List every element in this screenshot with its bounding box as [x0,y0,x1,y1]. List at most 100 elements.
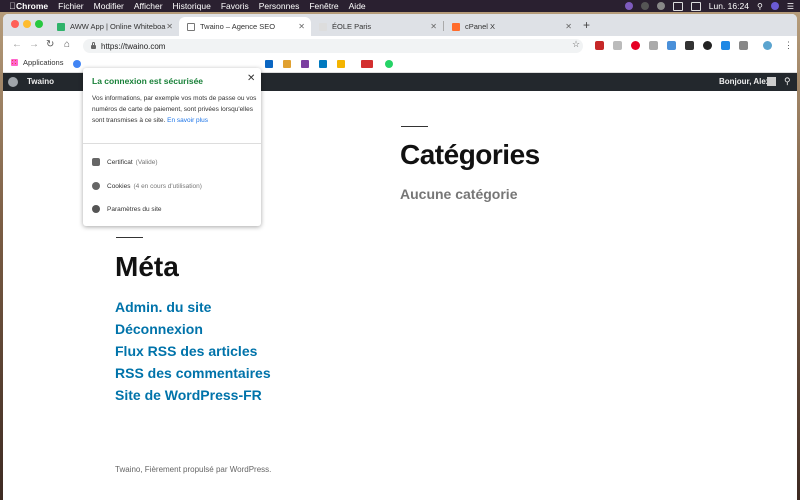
extension-icon[interactable] [739,41,748,50]
cookies-status: (4 en cours d'utilisation) [133,182,202,190]
menu-fenetre[interactable]: Fenêtre [309,1,338,11]
clock[interactable]: Lun. 16:24 [709,1,749,11]
url-text[interactable]: https://twaino.com [101,42,165,51]
page-favicon-icon [187,22,195,31]
wp-site-name[interactable]: Twaino [27,77,54,86]
extension-icon[interactable] [649,41,658,50]
close-icon[interactable]: ✕ [247,73,255,84]
cpanel-favicon-icon [452,22,460,31]
tab-eole-paris[interactable]: ÉOLE Paris ✕ [311,17,443,36]
menu-afficher[interactable]: Afficher [134,1,163,11]
meta-link-admin[interactable]: Admin. du site [115,296,271,318]
tab-cpanel[interactable]: cPanel X ✕ [444,17,578,36]
gear-icon [92,205,100,213]
google-bookmark-icon[interactable] [73,60,81,68]
trello-bookmark-icon[interactable] [319,60,327,68]
tab-twaino[interactable]: Twaino – Agence SEO ✕ [179,17,311,36]
meta-link-wordpress-fr[interactable]: Site de WordPress-FR [115,384,271,406]
meta-links-list: Admin. du site Déconnexion Flux RSS des … [115,296,271,406]
bookmark-applications[interactable]: Applications [11,58,63,67]
tab-close-icon[interactable]: ✕ [430,22,437,31]
site-settings-label: Paramètres du site [107,205,162,213]
cookies-row[interactable]: Cookies (4 en cours d'utilisation) [92,182,202,190]
slack-bookmark-icon[interactable] [301,60,309,68]
wp-greeting[interactable]: Bonjour, Alex [719,77,770,86]
menu-modifier[interactable]: Modifier [94,1,124,11]
analytics-bookmark-icon[interactable] [337,60,345,68]
certificate-status: (Valide) [135,158,158,166]
status-app-icon-3[interactable] [656,2,665,10]
apple-icon[interactable]:  [9,1,16,11]
popup-divider [83,143,261,144]
extension-icon[interactable] [613,41,622,50]
site-info-popup: La connexion est sécurisée ✕ Vos informa… [83,68,261,226]
meta-link-logout[interactable]: Déconnexion [115,318,271,340]
user-avatar[interactable] [767,77,776,86]
certificate-icon [92,158,100,166]
tab-strip: AWW App | Online Whiteboard ✕ Twaino – A… [3,14,797,36]
linkedin-bookmark-icon[interactable] [265,60,273,68]
extension-icon[interactable] [667,41,676,50]
section-divider [401,126,428,127]
tab-close-icon[interactable]: ✕ [166,22,173,31]
certificate-label: Certificat [107,158,133,166]
search-icon[interactable]: ⚲ [784,76,791,87]
menubar-status-area: Lun. 16:24 ⚲ ☰ [624,0,794,12]
extension-icon[interactable] [685,41,694,50]
wifi-icon[interactable] [672,1,683,11]
categories-heading: Catégories [400,139,540,170]
site-footer: Twaino, Fièrement propulsé par WordPress… [115,465,272,474]
chrome-menu-icon[interactable]: ⋮ [784,40,793,51]
extension-icon[interactable] [721,41,730,50]
meta-link-posts-feed[interactable]: Flux RSS des articles [115,340,271,362]
menu-favoris[interactable]: Favoris [221,1,249,11]
menu-fichier[interactable]: Fichier [58,1,84,11]
site-settings-row[interactable]: Paramètres du site [92,205,162,213]
bookmark-icon[interactable] [283,60,291,68]
close-window-icon[interactable] [11,20,19,28]
extension-icon[interactable] [703,41,712,50]
zoom-window-icon[interactable] [35,20,43,28]
whatsapp-bookmark-icon[interactable] [385,60,393,68]
status-app-icon-2[interactable] [640,2,649,10]
tab-close-icon[interactable]: ✕ [298,22,305,31]
menu-aide[interactable]: Aide [349,1,366,11]
cookies-label: Cookies [107,182,131,190]
apps-grid-icon [11,59,18,66]
spotlight-icon[interactable]: ⚲ [757,2,763,11]
menu-personnes[interactable]: Personnes [259,1,300,11]
new-tab-icon[interactable]: + [583,18,590,32]
tab-label: AWW App | Online Whiteboard [70,22,167,31]
home-icon[interactable]: ⌂ [64,39,70,50]
learn-more-link[interactable]: En savoir plus [167,117,208,124]
bookmark-star-icon[interactable]: ☆ [572,39,580,50]
cookie-icon [92,182,100,190]
bookmark-icon[interactable] [361,60,373,68]
reload-icon[interactable]: ↻ [46,39,54,50]
tab-close-icon[interactable]: ✕ [565,22,572,31]
macos-menubar:  Chrome Fichier Modifier Afficher Histo… [0,0,800,12]
forward-icon[interactable]: → [29,39,39,50]
battery-icon[interactable] [690,1,701,11]
profile-avatar-icon[interactable] [763,41,772,50]
browser-window: AWW App | Online Whiteboard ✕ Twaino – A… [3,14,797,500]
meta-link-comments-feed[interactable]: RSS des commentaires [115,362,271,384]
notification-center-icon[interactable]: ☰ [787,2,794,11]
pinterest-extension-icon[interactable] [631,41,640,50]
minimize-window-icon[interactable] [23,20,31,28]
menu-historique[interactable]: Historique [173,1,211,11]
wordpress-logo-icon[interactable] [8,77,18,87]
tab-aww-app[interactable]: AWW App | Online Whiteboard ✕ [49,17,179,36]
tab-label: cPanel X [465,22,496,31]
lock-icon[interactable] [91,42,96,49]
back-icon[interactable]: ← [12,39,22,50]
address-bar[interactable]: https://twaino.com [83,39,583,53]
siri-icon[interactable] [770,2,779,10]
certificate-row[interactable]: Certificat (Valide) [92,158,158,166]
popup-description: Vos informations, par exemple vos mots d… [92,93,257,126]
status-app-icon[interactable] [624,2,633,10]
menu-chrome[interactable]: Chrome [16,1,48,11]
extension-icon[interactable] [595,41,604,50]
no-categories-text: Aucune catégorie [400,186,518,202]
section-divider [116,237,143,238]
